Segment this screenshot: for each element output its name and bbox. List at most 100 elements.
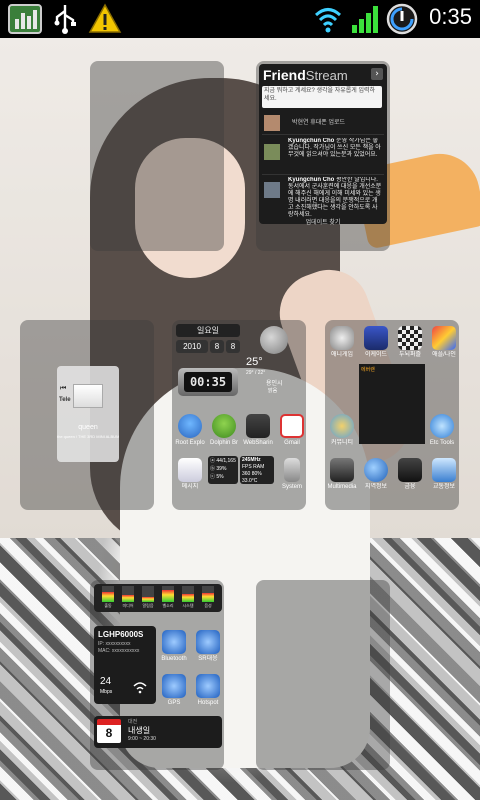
community-icon — [330, 414, 354, 438]
avatar — [264, 115, 280, 131]
sync-icon[interactable] — [386, 3, 418, 35]
system-freq-box: 245MHz FPS RAM 360 80% 33.0°C — [240, 456, 274, 484]
weather-temp: 25° — [246, 356, 263, 368]
preview-box: 에버랜 — [359, 364, 425, 444]
previous-icon[interactable]: ⏮ — [60, 384, 66, 392]
stream-post[interactable]: Kyungchun Cho 평안한 날입니다. 동서에서 군사훈련에 대응을 개… — [262, 176, 384, 218]
signal-icon — [352, 6, 378, 33]
agenda-day: 8 — [105, 726, 113, 740]
puzzle-icon — [398, 326, 422, 350]
avatar — [264, 144, 280, 160]
wifi-info-widget[interactable]: LGHP6000S IP: xxxxxxxxxx MAC: xxxxxxxxxx… — [94, 626, 156, 704]
friend-stream-widget[interactable]: FriendStream › 지금 뭐하고 계세요? 생각을 자유롭게 입력하세… — [256, 61, 390, 251]
digital-clock-widget[interactable]: 00:35 — [178, 368, 238, 396]
calendar-icon: 8 — [97, 719, 121, 743]
wifi-device-name: LGHP6000S — [98, 630, 144, 639]
globe-icon — [364, 458, 388, 482]
preview-badge: 에버랜 — [361, 367, 375, 373]
app-folder-community[interactable]: 커뮤니티 — [322, 414, 362, 447]
system-stats-box: ⓐ 44/1,165 ⓑ 39% ⓒ 5% — [208, 456, 238, 484]
calendar-widget[interactable]: 일요일 2010 8 8 — [176, 324, 240, 354]
gmail-icon — [280, 414, 304, 438]
warning-icon[interactable] — [88, 3, 122, 35]
dolphin-icon — [212, 414, 236, 438]
weekday: 일요일 — [176, 324, 240, 337]
weather-location: 용인시 — [266, 381, 283, 387]
volume-bar-fill — [202, 593, 214, 602]
volume-bar[interactable] — [102, 586, 114, 602]
weather-widget[interactable]: 25° 29° / 22° 용인시 맑음 — [246, 324, 302, 400]
volume-bars — [98, 586, 218, 602]
volume-bar[interactable] — [202, 586, 214, 602]
agenda-label: 대전 — [128, 719, 138, 725]
agenda-widget[interactable]: 8 대전 내생일 9:00 ~ 20:30 — [94, 716, 222, 748]
music-widget[interactable]: ⏮ ⏭ Tele queen the queen / THE 3RD MINI … — [57, 366, 119, 462]
volume-bar-fill — [122, 595, 134, 602]
volume-label: 벨소리 — [162, 603, 174, 608]
track-title: queen — [78, 424, 98, 431]
toggle-sync[interactable]: SR대응 — [188, 630, 228, 663]
friend-stream-title: Friend — [263, 67, 306, 83]
agenda-time: 9:00 ~ 20:30 — [128, 736, 156, 742]
moon-icon — [260, 326, 288, 354]
arcade-icon — [364, 326, 388, 350]
volume-label: 시스템 — [182, 603, 194, 608]
volume-bar-fill — [102, 592, 114, 602]
status-update-input[interactable]: 지금 뭐하고 계세요? 생각을 자유롭게 입력하세요. — [262, 86, 382, 108]
hotspot-icon — [196, 674, 220, 698]
wifi-ip: IP: xxxxxxxxxx — [98, 641, 131, 647]
chevron-right-icon[interactable]: › — [371, 68, 383, 80]
stream-post[interactable]: 박현연 휴대폰 업로드 — [262, 112, 384, 135]
volume-bar[interactable] — [142, 586, 154, 602]
year: 2010 — [176, 340, 208, 353]
app-folder-gift[interactable]: 애플/나인 — [424, 326, 464, 359]
volume-label: 알림음 — [142, 603, 154, 608]
month: 8 — [210, 340, 224, 353]
stream-post[interactable]: Kyungchun Cho 운영 작가님은 좋겠습니다. 작가님이 쓰신 모든 … — [262, 136, 384, 175]
web-sharing-icon — [246, 414, 270, 438]
volume-bar[interactable] — [162, 586, 174, 602]
bluetooth-icon — [162, 630, 186, 654]
app-folder-traffic[interactable]: 교통정보 — [424, 458, 464, 491]
album-art — [73, 384, 103, 408]
clock-display: 00:35 — [184, 372, 232, 392]
album-tag: Tele — [59, 397, 71, 403]
multimedia-icon — [330, 458, 354, 482]
wifi-speed: 24 — [100, 676, 112, 687]
volume-levels-widget[interactable]: 출동 미디어 알림음 벨소리 시스템 음성 — [94, 584, 222, 612]
volume-label: 음성 — [204, 603, 212, 608]
track-info: the queen / THE 3RD MINI ALBUM — [57, 434, 119, 439]
avatar — [264, 182, 280, 198]
volume-bar[interactable] — [122, 586, 134, 602]
finance-icon — [398, 458, 422, 482]
app-system[interactable]: System — [272, 458, 312, 491]
weather-condition: 맑음 — [268, 388, 278, 394]
toggle-hotspot[interactable]: Hotspot — [188, 674, 228, 707]
friend-stream-footer[interactable]: 업데이트 찾기 — [259, 217, 387, 226]
system-monitor-widget[interactable]: ⓐ 44/1,165 ⓑ 39% ⓒ 5% 245MHz FPS RAM 360… — [208, 456, 274, 484]
app-messages[interactable]: 메시지 — [170, 458, 210, 491]
sync-box-icon — [196, 630, 220, 654]
gps-icon — [162, 674, 186, 698]
wifi-icon — [314, 8, 342, 33]
gamepad-icon — [330, 326, 354, 350]
app-gmail[interactable]: Gmail — [272, 414, 312, 447]
volume-bar-fill — [162, 590, 174, 602]
volume-label: 출동 — [104, 603, 112, 608]
status-bar: 0:35 — [0, 0, 480, 38]
traffic-icon — [432, 458, 456, 482]
empty-widget-slot-bottom-right — [256, 580, 390, 770]
volume-label: 미디어 — [122, 603, 134, 608]
volume-bar[interactable] — [182, 586, 194, 602]
agenda-title: 내생일 — [128, 726, 151, 735]
tools-icon — [430, 414, 454, 438]
wifi-mac: MAC: xxxxxxxxxxx — [98, 648, 140, 654]
day: 8 — [226, 340, 240, 353]
app-monitor-icon[interactable] — [8, 3, 42, 35]
system-icon — [284, 458, 300, 482]
usb-icon[interactable] — [52, 3, 78, 35]
empty-widget-slot-top-left — [90, 61, 224, 251]
friend-stream-subtitle: Stream — [305, 68, 348, 83]
weather-range: 29° / 22° — [246, 370, 266, 376]
app-folder-etc-tools[interactable]: Etc Tools — [422, 414, 462, 447]
